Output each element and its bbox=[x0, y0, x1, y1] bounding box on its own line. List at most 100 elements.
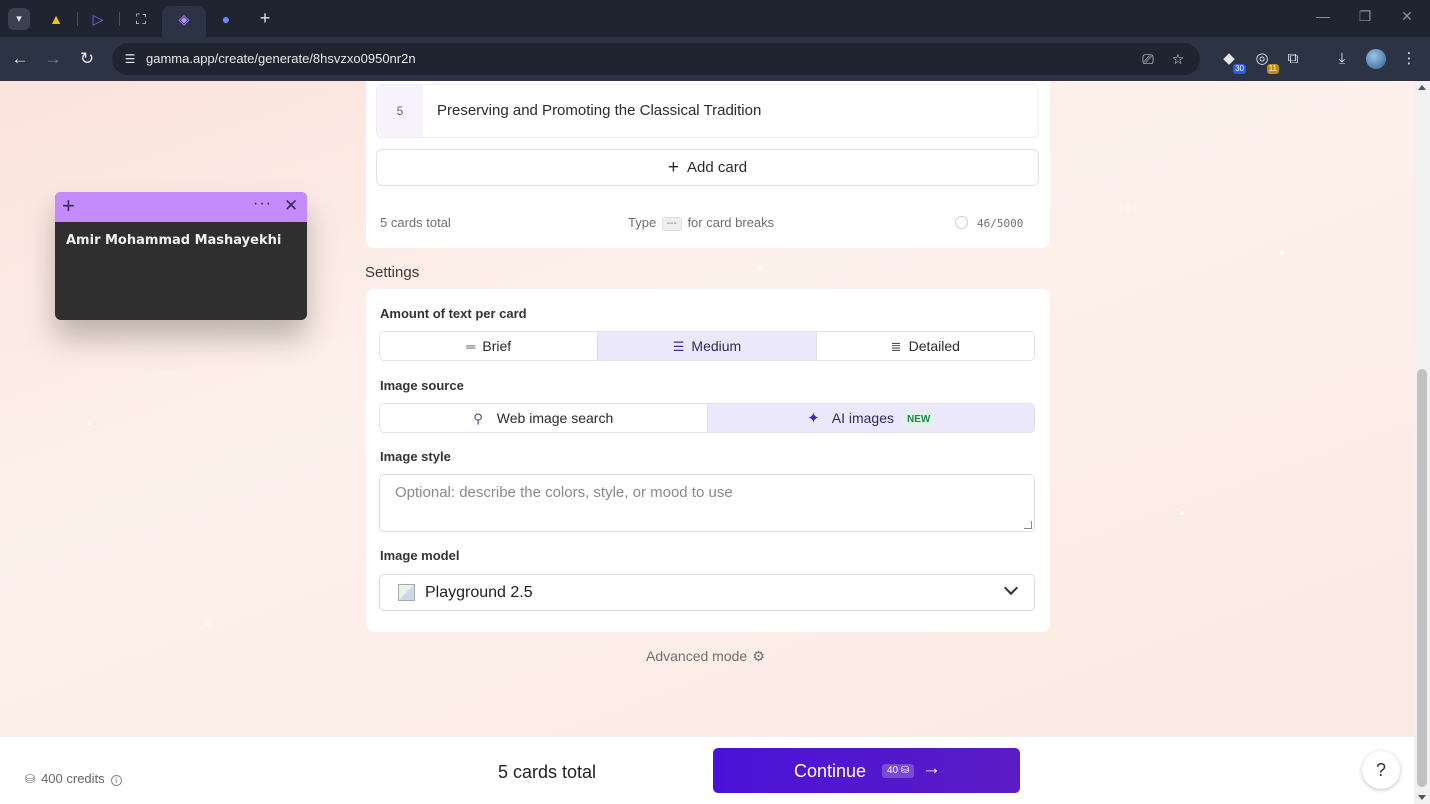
sparkle-icon: ✦ bbox=[807, 410, 820, 427]
text-amount-brief-option[interactable]: ═ Brief bbox=[380, 332, 599, 360]
char-count: 46/5000 bbox=[977, 217, 1024, 230]
continue-label: Continue bbox=[794, 761, 867, 781]
back-button[interactable]: ← bbox=[9, 48, 31, 70]
web-image-search-option[interactable]: ⚲ Web image search bbox=[380, 404, 708, 432]
more-options-icon[interactable]: ··· bbox=[253, 195, 272, 213]
detailed-lines-icon: ≣ bbox=[890, 339, 902, 354]
settings-heading: Settings bbox=[365, 264, 420, 281]
browser-toolbar: ← → ↻ ☰ gamma.app/create/generate/8hsvzx… bbox=[0, 37, 1430, 81]
medium-label: Medium bbox=[691, 338, 742, 354]
text-amount-selector: ═ Brief ☰ Medium ≣ Detailed bbox=[379, 331, 1035, 361]
image-style-placeholder: Optional: describe the colors, style, or… bbox=[395, 484, 733, 501]
ai-images-option[interactable]: ✦ AI images NEW bbox=[707, 404, 1034, 432]
browser-tab-strip: ▾ ▲ ▷ ⛶ ◈ ● + — ❐ ✕ bbox=[0, 0, 1430, 37]
bookmark-star-icon[interactable]: ☆ bbox=[1168, 49, 1188, 69]
credits-stack-icon: ⛁ bbox=[25, 772, 36, 786]
new-badge: NEW bbox=[902, 412, 935, 427]
play-icon: ▷ bbox=[92, 11, 104, 27]
continue-button[interactable]: Continue 40 ⛁ → bbox=[713, 748, 1020, 793]
card-number: 5 bbox=[377, 85, 423, 137]
globe-icon: ● bbox=[221, 11, 231, 27]
address-bar[interactable]: ☰ gamma.app/create/generate/8hsvzxo0950n… bbox=[112, 43, 1200, 75]
image-model-value: Playground 2.5 bbox=[425, 584, 533, 601]
credits-indicator[interactable]: ⛁ 400 credits i bbox=[25, 771, 122, 786]
add-card-button[interactable]: + Add card bbox=[376, 149, 1039, 186]
close-icon[interactable]: ✕ bbox=[284, 196, 298, 216]
outline-card-row[interactable]: 5 Preserving and Promoting the Classical… bbox=[376, 84, 1039, 138]
install-app-icon[interactable]: ⎚ bbox=[1138, 49, 1158, 69]
close-window-button[interactable]: ✕ bbox=[1397, 8, 1417, 25]
sticky-note-text[interactable]: Amir Mohammad Mashayekhi bbox=[66, 233, 281, 248]
info-icon[interactable]: i bbox=[110, 775, 122, 786]
tab-screenshot-app[interactable]: ⛶ bbox=[127, 6, 155, 32]
text-amount-medium-option[interactable]: ☰ Medium bbox=[598, 332, 817, 360]
help-button[interactable]: ? bbox=[1362, 751, 1400, 789]
extensions-puzzle-icon[interactable]: ⧉ bbox=[1282, 48, 1304, 70]
outline-panel: 5 Preserving and Promoting the Classical… bbox=[366, 81, 1050, 248]
page-scrollbar[interactable] bbox=[1414, 81, 1430, 804]
gear-icon: ⚙ bbox=[752, 648, 765, 664]
background-sparkle bbox=[1126, 206, 1130, 210]
extension-b-button[interactable]: ◎ 11 bbox=[1251, 48, 1279, 74]
card-title[interactable]: Preserving and Promoting the Classical T… bbox=[437, 102, 761, 119]
gamma-generate-page: 5 Preserving and Promoting the Classical… bbox=[0, 81, 1414, 736]
tab-play-app[interactable]: ▷ bbox=[84, 6, 112, 32]
restore-window-button[interactable]: ❐ bbox=[1355, 8, 1375, 25]
background-sparkle bbox=[1280, 251, 1284, 255]
extension-a-badge: 30 bbox=[1233, 64, 1246, 74]
url-text[interactable]: gamma.app/create/generate/8hsvzxo0950nr2… bbox=[146, 51, 416, 66]
resize-handle-icon[interactable] bbox=[1024, 521, 1032, 529]
gamma-logo-icon: ◈ bbox=[178, 11, 190, 27]
settings-panel: Amount of text per card ═ Brief ☰ Medium ≣… bbox=[366, 289, 1050, 632]
footer-cards-total: 5 cards total bbox=[498, 762, 597, 782]
credits-text: 400 credits bbox=[41, 771, 105, 786]
frame-icon: ⛶ bbox=[136, 11, 146, 27]
background-sparkle bbox=[206, 621, 210, 625]
generate-footer: ⛁ 400 credits i 5 cards total Continue 40 … bbox=[0, 736, 1414, 804]
progress-ring-icon bbox=[955, 216, 968, 229]
image-source-selector: ⚲ Web image search ✦ AI images NEW bbox=[379, 403, 1035, 433]
extension-a-button[interactable]: ◆ 30 bbox=[1218, 48, 1246, 74]
hint-suffix: for card breaks bbox=[687, 215, 775, 230]
extension-b-badge: 11 bbox=[1266, 64, 1279, 74]
advanced-mode-label: Advanced mode bbox=[646, 648, 748, 664]
text-amount-label: Amount of text per card bbox=[380, 306, 527, 321]
image-style-input[interactable]: Optional: describe the colors, style, or… bbox=[379, 474, 1035, 532]
background-sparkle bbox=[758, 266, 762, 270]
downloads-icon[interactable]: ⤓ bbox=[1331, 48, 1353, 70]
sticky-note-window: + ··· ✕ Amir Mohammad Mashayekhi bbox=[55, 192, 307, 320]
chevron-down-icon bbox=[1003, 580, 1019, 596]
image-model-select[interactable]: Playground 2.5 bbox=[379, 574, 1035, 611]
tab-search-dropdown-icon[interactable]: ▾ bbox=[8, 8, 30, 30]
reload-button[interactable]: ↻ bbox=[76, 48, 98, 70]
ai-images-label: AI images bbox=[831, 410, 894, 426]
image-model-label: Image model bbox=[380, 548, 460, 563]
medium-lines-icon: ☰ bbox=[672, 339, 685, 354]
image-source-label: Image source bbox=[380, 378, 464, 393]
tab-google-drive[interactable]: ▲ bbox=[42, 6, 70, 32]
new-tab-button[interactable]: + bbox=[256, 6, 274, 30]
scrollbar-thumb[interactable] bbox=[1417, 369, 1427, 787]
background-sparkle bbox=[88, 421, 92, 425]
add-card-label: Add card bbox=[687, 159, 748, 176]
scroll-down-icon[interactable] bbox=[1418, 795, 1426, 800]
browser-menu-icon[interactable]: ⋮ bbox=[1398, 48, 1420, 70]
advanced-mode-link[interactable]: Advanced mode ⚙ bbox=[646, 648, 765, 665]
forward-button[interactable]: → bbox=[42, 48, 64, 70]
text-amount-detailed-option[interactable]: ≣ Detailed bbox=[816, 332, 1034, 360]
minimize-window-button[interactable]: — bbox=[1313, 8, 1333, 24]
add-note-icon[interactable]: + bbox=[62, 194, 75, 218]
cards-total-count: 5 cards total bbox=[380, 215, 451, 230]
sticky-note-titlebar: + ··· ✕ bbox=[55, 192, 307, 222]
credit-cost-value: 40 bbox=[887, 765, 899, 776]
tab-other-app[interactable]: ● bbox=[212, 6, 240, 32]
detailed-label: Detailed bbox=[908, 338, 960, 354]
tab-gamma-active[interactable]: ◈ bbox=[162, 6, 206, 37]
google-drive-icon: ▲ bbox=[49, 11, 63, 27]
site-info-icon[interactable]: ☰ bbox=[121, 50, 139, 68]
profile-avatar[interactable] bbox=[1366, 49, 1386, 69]
plus-icon: + bbox=[667, 157, 680, 178]
search-icon: ⚲ bbox=[473, 411, 483, 426]
credit-cost-badge: 40 ⛁ bbox=[882, 764, 915, 778]
scroll-up-icon[interactable] bbox=[1418, 85, 1426, 90]
